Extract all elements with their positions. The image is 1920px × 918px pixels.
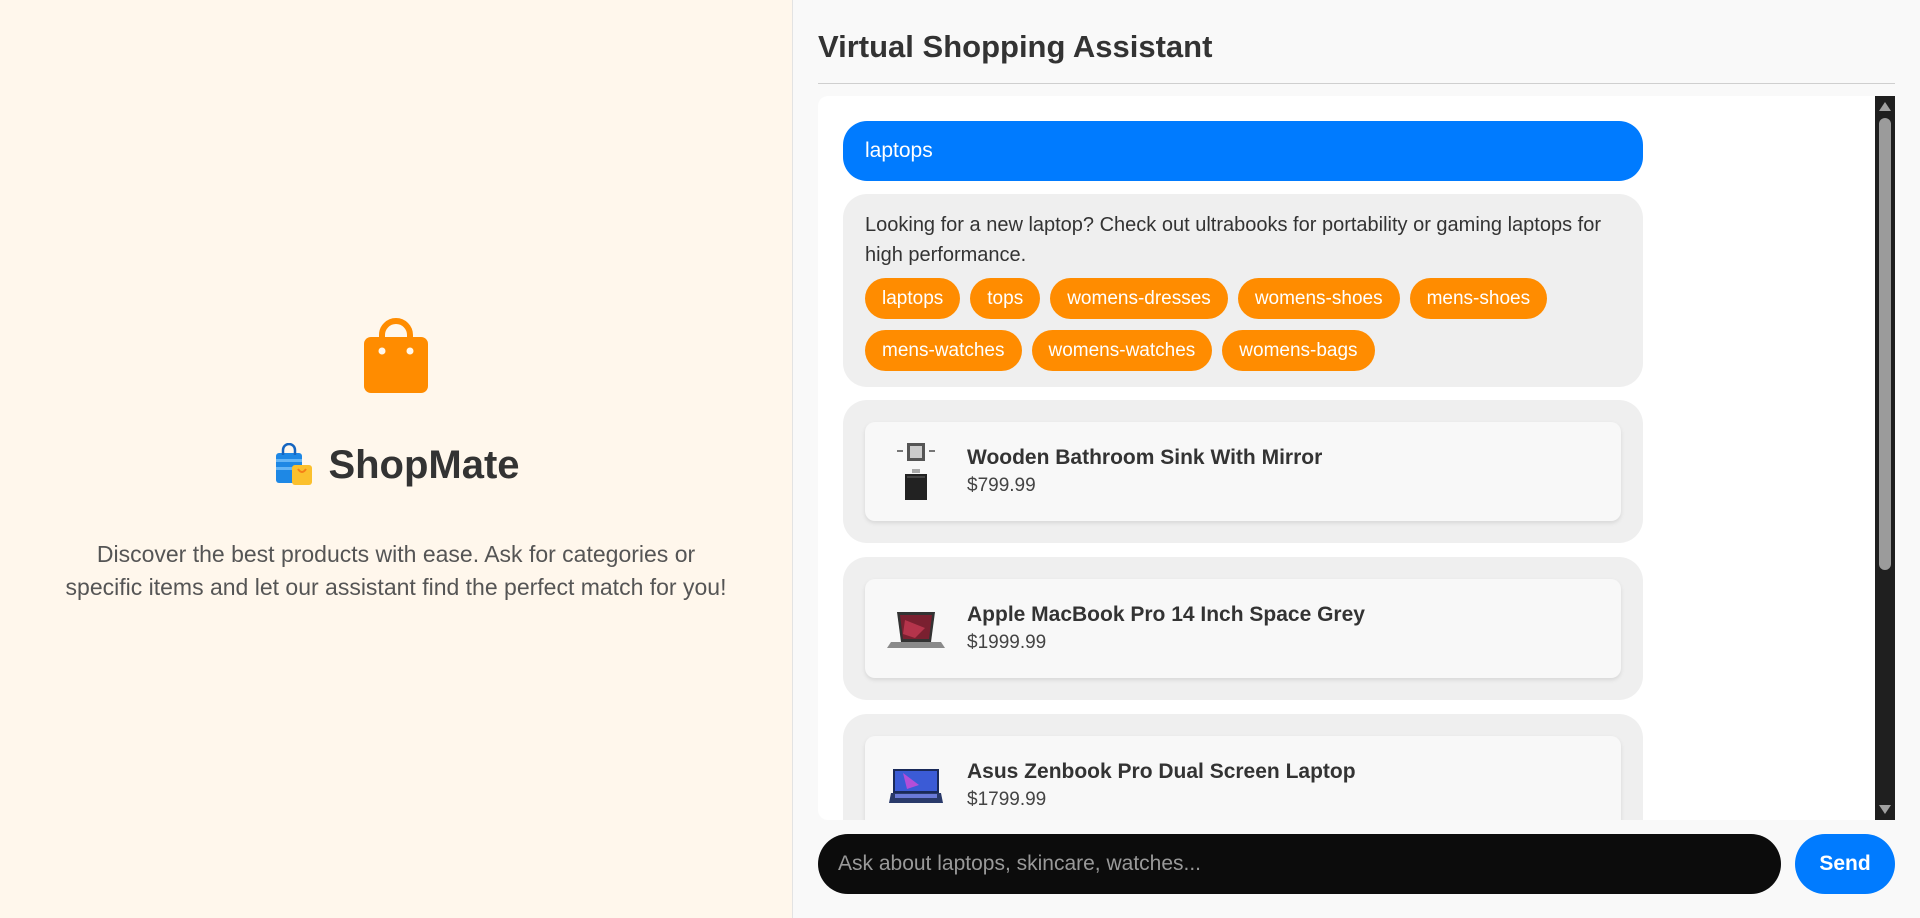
bot-message: Looking for a new laptop? Check out ultr… <box>843 194 1643 387</box>
intro-panel: ShopMate Discover the best products with… <box>0 0 793 918</box>
scroll-up-arrow-icon[interactable] <box>1879 102 1891 111</box>
product-card[interactable]: Wooden Bathroom Sink With Mirror $799.99 <box>865 422 1621 521</box>
zenbook-thumbnail <box>889 768 943 803</box>
product-price: $1799.99 <box>967 789 1047 810</box>
user-message: laptops <box>843 121 1643 181</box>
category-chip[interactable]: womens-watches <box>1031 330 1213 371</box>
product-message: Wooden Bathroom Sink With Mirror $799.99 <box>843 400 1643 543</box>
product-price: $1999.99 <box>967 632 1047 653</box>
macbook-thumbnail <box>887 611 945 648</box>
bot-message-text: Looking for a new laptop? Check out ultr… <box>865 214 1601 266</box>
brand: ShopMate <box>272 442 520 488</box>
chat-scrollbar[interactable] <box>1875 96 1895 820</box>
category-chip[interactable]: womens-shoes <box>1237 278 1400 319</box>
product-price: $799.99 <box>967 475 1036 496</box>
message-input[interactable] <box>818 834 1781 894</box>
brand-name: ShopMate <box>328 442 520 487</box>
shopping-bags-icon <box>276 443 313 485</box>
message-composer: Send <box>818 834 1895 894</box>
product-name: Wooden Bathroom Sink With Mirror <box>967 446 1323 469</box>
product-message: Asus Zenbook Pro Dual Screen Laptop $179… <box>843 714 1643 820</box>
bathroom-sink-thumbnail <box>897 442 935 500</box>
page-title: Virtual Shopping Assistant <box>818 0 1895 84</box>
category-chip[interactable]: tops <box>970 278 1041 319</box>
send-button[interactable]: Send <box>1795 834 1895 894</box>
category-chip[interactable]: womens-bags <box>1222 330 1375 371</box>
category-chip[interactable]: womens-dresses <box>1050 278 1228 319</box>
chat-history[interactable]: laptops Looking for a new laptop? Check … <box>818 96 1895 820</box>
product-card[interactable]: Asus Zenbook Pro Dual Screen Laptop $179… <box>865 736 1621 820</box>
category-chips: laptops tops womens-dresses womens-shoes… <box>865 278 1621 371</box>
shopping-bag-icon <box>364 317 428 393</box>
tagline: Discover the best products with ease. As… <box>65 540 727 600</box>
product-name: Apple MacBook Pro 14 Inch Space Grey <box>967 603 1365 626</box>
category-chip[interactable]: laptops <box>865 278 961 319</box>
product-message: Apple MacBook Pro 14 Inch Space Grey $19… <box>843 557 1643 700</box>
scroll-down-arrow-icon[interactable] <box>1879 805 1891 814</box>
category-chip[interactable]: mens-shoes <box>1409 278 1548 319</box>
scrollbar-thumb[interactable] <box>1879 118 1891 570</box>
chat-panel: Virtual Shopping Assistant laptops Looki… <box>793 0 1920 918</box>
product-card[interactable]: Apple MacBook Pro 14 Inch Space Grey $19… <box>865 579 1621 678</box>
product-name: Asus Zenbook Pro Dual Screen Laptop <box>967 760 1356 783</box>
category-chip[interactable]: mens-watches <box>865 330 1022 371</box>
